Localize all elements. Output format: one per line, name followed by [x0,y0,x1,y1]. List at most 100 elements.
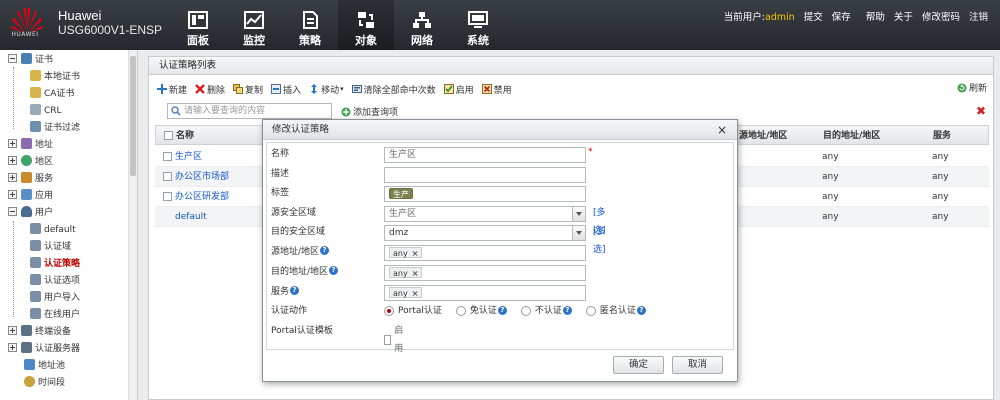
clear-query-icon[interactable]: ✖ [976,104,986,118]
help-link[interactable]: 帮助 [866,12,885,23]
about-link[interactable]: 关于 [894,12,913,23]
search-input[interactable]: 请输入要查询的内容 [167,103,332,119]
expand-toggle[interactable] [8,156,17,165]
policy-name-link[interactable]: default [175,207,207,226]
help-icon[interactable]: ? [636,305,646,315]
service-input[interactable]: any × [384,285,586,301]
column-destination[interactable]: 目的地址/地区 [823,126,880,144]
radio-portal-auth[interactable]: Portal认证 [384,302,442,320]
sidebar-item-address[interactable]: 地址 [8,137,53,154]
sidebar-item-terminal[interactable]: 终端设备 [8,324,71,341]
sidebar-item-certificate[interactable]: 证书 [8,52,53,69]
row-checkbox[interactable] [163,192,172,201]
destination-zone-select[interactable]: dmz [384,225,586,241]
ok-button[interactable]: 确定 [613,356,664,374]
nav-dashboard[interactable]: 面板 [170,0,226,50]
close-icon[interactable]: × [717,123,727,137]
policy-name-link[interactable]: 办公区市场部 [175,167,229,186]
expand-toggle[interactable] [8,326,17,335]
collapse-toggle[interactable] [8,207,17,216]
radio-unselected[interactable] [455,306,466,316]
policy-name-link[interactable]: 生产区 [175,147,202,166]
row-checkbox[interactable] [163,172,172,181]
logout-link[interactable]: 注销 [969,12,988,23]
collapse-toggle[interactable] [8,54,17,63]
destination-address-input[interactable]: any × [384,265,586,281]
sidebar-item-ca-cert[interactable]: CA证书 [30,86,74,103]
insert-button[interactable]: 插入 [271,83,301,96]
nav-monitor[interactable]: 监控 [226,0,282,50]
remove-chip-icon[interactable]: × [412,289,419,298]
sidebar-item-online-user[interactable]: 在线用户 [30,307,80,324]
column-service[interactable]: 服务 [933,126,951,144]
new-button[interactable]: 新建 [157,83,187,96]
remove-chip-icon[interactable]: × [412,249,419,258]
help-icon[interactable]: ? [320,246,330,255]
source-address-input[interactable]: any × [384,245,586,261]
column-name[interactable]: 名称 [176,126,194,144]
radio-no-auth[interactable]: 不认证? [520,302,572,320]
expand-toggle[interactable] [8,190,17,199]
sidebar-item-application[interactable]: 应用 [8,188,53,205]
expand-toggle[interactable] [8,343,17,352]
row-checkbox[interactable] [163,152,172,161]
nav-object[interactable]: 对象 [338,0,394,50]
sidebar-item-auth-domain[interactable]: 认证域 [30,239,71,256]
clear-hits-button[interactable]: 清除全部命中次数 [351,83,436,96]
select-all-checkbox[interactable] [164,131,173,140]
move-button[interactable]: 移动 ▾ [309,83,344,96]
scrollbar-thumb[interactable] [130,56,136,176]
sidebar-item-user[interactable]: 用户 [8,205,53,222]
nav-policy[interactable]: 策略 [282,0,338,50]
copy-button[interactable]: 复制 [233,83,263,96]
portal-template-enable[interactable]: 启用 [384,322,406,358]
tag-chip[interactable]: 生产 [389,188,413,199]
radio-unselected[interactable] [585,306,596,316]
change-password-link[interactable]: 修改密码 [922,12,960,23]
save-link[interactable]: 保存 [832,12,851,23]
sidebar-item-auth-policy[interactable]: 认证策略 [30,256,80,273]
chevron-down-icon[interactable] [572,226,585,240]
nav-network[interactable]: 网络 [394,0,450,50]
cancel-button[interactable]: 取消 [672,356,723,374]
help-icon[interactable]: ? [562,305,572,315]
source-zone-select[interactable]: 生产区 [384,206,586,222]
expand-toggle[interactable] [8,173,17,182]
refresh-button[interactable]: 刷新 [957,81,987,94]
expand-toggle[interactable] [8,139,17,148]
enable-button[interactable]: 启用 [443,83,474,96]
radio-anonymous-auth[interactable]: 匿名认证? [585,302,646,320]
sidebar-item-user-import[interactable]: 用户导入 [30,290,80,307]
help-icon[interactable]: ? [290,286,300,295]
column-source[interactable]: 源地址/地区 [739,126,787,144]
chevron-down-icon[interactable] [572,207,585,221]
sidebar-item-default[interactable]: default [30,222,76,239]
add-query-button[interactable]: 添加查询项 [341,105,398,118]
sidebar-scrollbar[interactable] [128,50,137,400]
radio-exempt-auth[interactable]: 免认证? [455,302,507,320]
help-icon[interactable]: ? [497,305,507,315]
sidebar-item-service[interactable]: 服务 [8,171,53,188]
sidebar-item-address-pool[interactable]: 地址池 [24,358,65,375]
remove-chip-icon[interactable]: × [412,269,419,278]
tag-input[interactable]: 生产 [384,186,586,202]
enable-checkbox[interactable] [384,335,392,345]
sidebar-item-auth-option[interactable]: 认证选项 [30,273,80,290]
sidebar-item-time-range[interactable]: 时间段 [24,375,65,392]
disable-button[interactable]: 禁用 [481,83,512,96]
sidebar-item-local-cert[interactable]: 本地证书 [30,69,80,86]
sidebar-item-cert-filter[interactable]: 证书过滤 [30,120,80,137]
sidebar-item-region[interactable]: 地区 [8,154,53,171]
description-input[interactable] [384,167,586,183]
name-input[interactable]: 生产区 [384,147,586,163]
radio-selected[interactable] [384,306,394,316]
policy-name-link[interactable]: 办公区研发部 [175,187,229,206]
sidebar-item-crl[interactable]: CRL [30,103,62,120]
radio-unselected[interactable] [520,306,531,316]
delete-button[interactable]: 删除 [195,83,225,96]
nav-system[interactable]: 系统 [450,0,506,50]
sidebar-item-auth-server[interactable]: 认证服务器 [8,341,80,358]
commit-link[interactable]: 提交 [804,12,823,23]
destination-zone-multi-select[interactable]: [多选] [593,223,606,259]
help-icon[interactable]: ? [329,266,339,275]
